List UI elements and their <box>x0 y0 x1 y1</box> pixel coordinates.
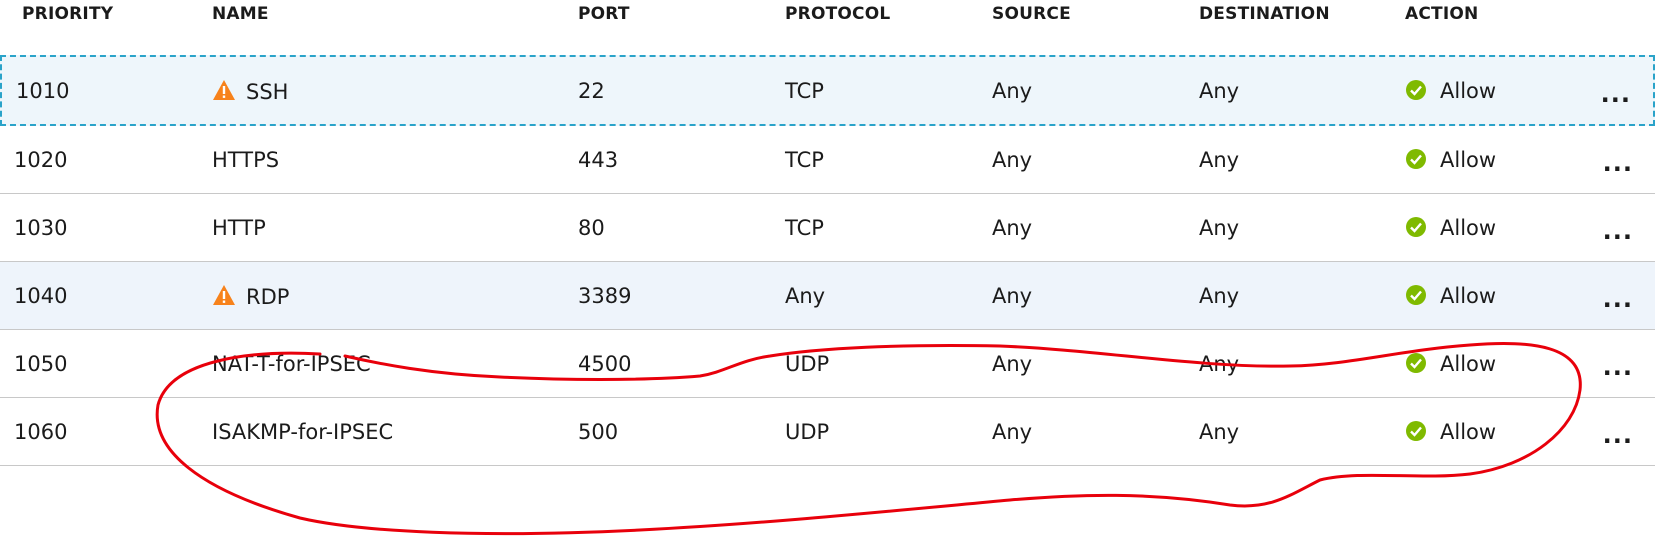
column-header-action[interactable]: ACTION <box>1405 4 1478 24</box>
protocol-cell: Any <box>785 284 826 308</box>
priority-cell: 1040 <box>14 284 68 308</box>
name-cell: HTTP <box>212 216 266 240</box>
action-label: Allow <box>1440 148 1497 172</box>
more-options-icon[interactable]: ... <box>1603 353 1633 381</box>
destination-cell: Any <box>1199 79 1240 103</box>
table-row[interactable]: 1010 SSH 22 TCP Any Any Allow ... <box>0 55 1655 126</box>
priority-cell: 1050 <box>14 352 68 376</box>
table-row[interactable]: 1020 HTTPS 443 TCP Any Any Allow ... <box>0 126 1655 194</box>
column-header-destination[interactable]: DESTINATION <box>1199 4 1330 24</box>
action-label: Allow <box>1440 420 1497 444</box>
action-cell: Allow <box>1406 420 1496 444</box>
action-cell: Allow <box>1406 216 1496 240</box>
protocol-cell: UDP <box>785 352 830 376</box>
check-circle-icon <box>1406 421 1426 441</box>
security-rules-table: PRIORITY NAME PORT PROTOCOL SOURCE DESTI… <box>0 0 1655 539</box>
table-row[interactable]: 1060 ISAKMP-for-IPSEC 500 UDP Any Any Al… <box>0 398 1655 466</box>
port-cell: 22 <box>578 79 605 103</box>
port-cell: 3389 <box>578 284 632 308</box>
column-header-protocol[interactable]: PROTOCOL <box>785 4 890 24</box>
priority-cell: 1060 <box>14 420 68 444</box>
priority-cell: 1030 <box>14 216 68 240</box>
column-header-priority[interactable]: PRIORITY <box>22 4 113 24</box>
check-circle-icon <box>1406 285 1426 305</box>
name-cell: RDP <box>212 284 289 309</box>
protocol-cell: TCP <box>785 216 824 240</box>
protocol-cell: TCP <box>785 79 824 103</box>
more-options-icon[interactable]: ... <box>1603 217 1633 245</box>
check-circle-icon <box>1406 353 1426 373</box>
protocol-cell: TCP <box>785 148 824 172</box>
name-cell: SSH <box>212 79 288 104</box>
warning-icon <box>213 285 235 305</box>
port-cell: 443 <box>578 148 619 172</box>
action-label: Allow <box>1440 216 1497 240</box>
rule-name: RDP <box>246 285 290 309</box>
destination-cell: Any <box>1199 420 1240 444</box>
source-cell: Any <box>992 79 1033 103</box>
port-cell: 4500 <box>578 352 632 376</box>
source-cell: Any <box>992 148 1033 172</box>
warning-icon <box>213 80 235 100</box>
check-circle-icon <box>1406 80 1426 100</box>
port-cell: 80 <box>578 216 605 240</box>
action-cell: Allow <box>1406 79 1496 103</box>
destination-cell: Any <box>1199 352 1240 376</box>
action-cell: Allow <box>1406 352 1496 376</box>
rule-name: SSH <box>246 80 289 104</box>
more-options-icon[interactable]: ... <box>1603 285 1633 313</box>
column-header-port[interactable]: PORT <box>578 4 630 24</box>
action-label: Allow <box>1440 284 1497 308</box>
name-cell: ISAKMP-for-IPSEC <box>212 420 394 444</box>
more-options-icon[interactable]: ... <box>1603 149 1633 177</box>
table-row[interactable]: 1040 RDP 3389 Any Any Any Allow ... <box>0 262 1655 330</box>
source-cell: Any <box>992 352 1033 376</box>
destination-cell: Any <box>1199 216 1240 240</box>
source-cell: Any <box>992 216 1033 240</box>
check-circle-icon <box>1406 217 1426 237</box>
name-cell: HTTPS <box>212 148 280 172</box>
more-options-icon[interactable]: ... <box>1603 421 1633 449</box>
action-cell: Allow <box>1406 148 1496 172</box>
source-cell: Any <box>992 420 1033 444</box>
action-cell: Allow <box>1406 284 1496 308</box>
column-header-name[interactable]: NAME <box>212 4 269 24</box>
destination-cell: Any <box>1199 284 1240 308</box>
check-circle-icon <box>1406 149 1426 169</box>
priority-cell: 1010 <box>16 79 70 103</box>
table-header: PRIORITY NAME PORT PROTOCOL SOURCE DESTI… <box>0 0 1655 34</box>
column-header-source[interactable]: SOURCE <box>992 4 1071 24</box>
destination-cell: Any <box>1199 148 1240 172</box>
priority-cell: 1020 <box>14 148 68 172</box>
table-row[interactable]: 1030 HTTP 80 TCP Any Any Allow ... <box>0 194 1655 262</box>
port-cell: 500 <box>578 420 619 444</box>
more-options-icon[interactable]: ... <box>1601 80 1631 108</box>
table-row[interactable]: 1050 NAT-T-for-IPSEC 4500 UDP Any Any Al… <box>0 330 1655 398</box>
action-label: Allow <box>1440 352 1497 376</box>
source-cell: Any <box>992 284 1033 308</box>
name-cell: NAT-T-for-IPSEC <box>212 352 371 376</box>
action-label: Allow <box>1440 79 1497 103</box>
protocol-cell: UDP <box>785 420 830 444</box>
